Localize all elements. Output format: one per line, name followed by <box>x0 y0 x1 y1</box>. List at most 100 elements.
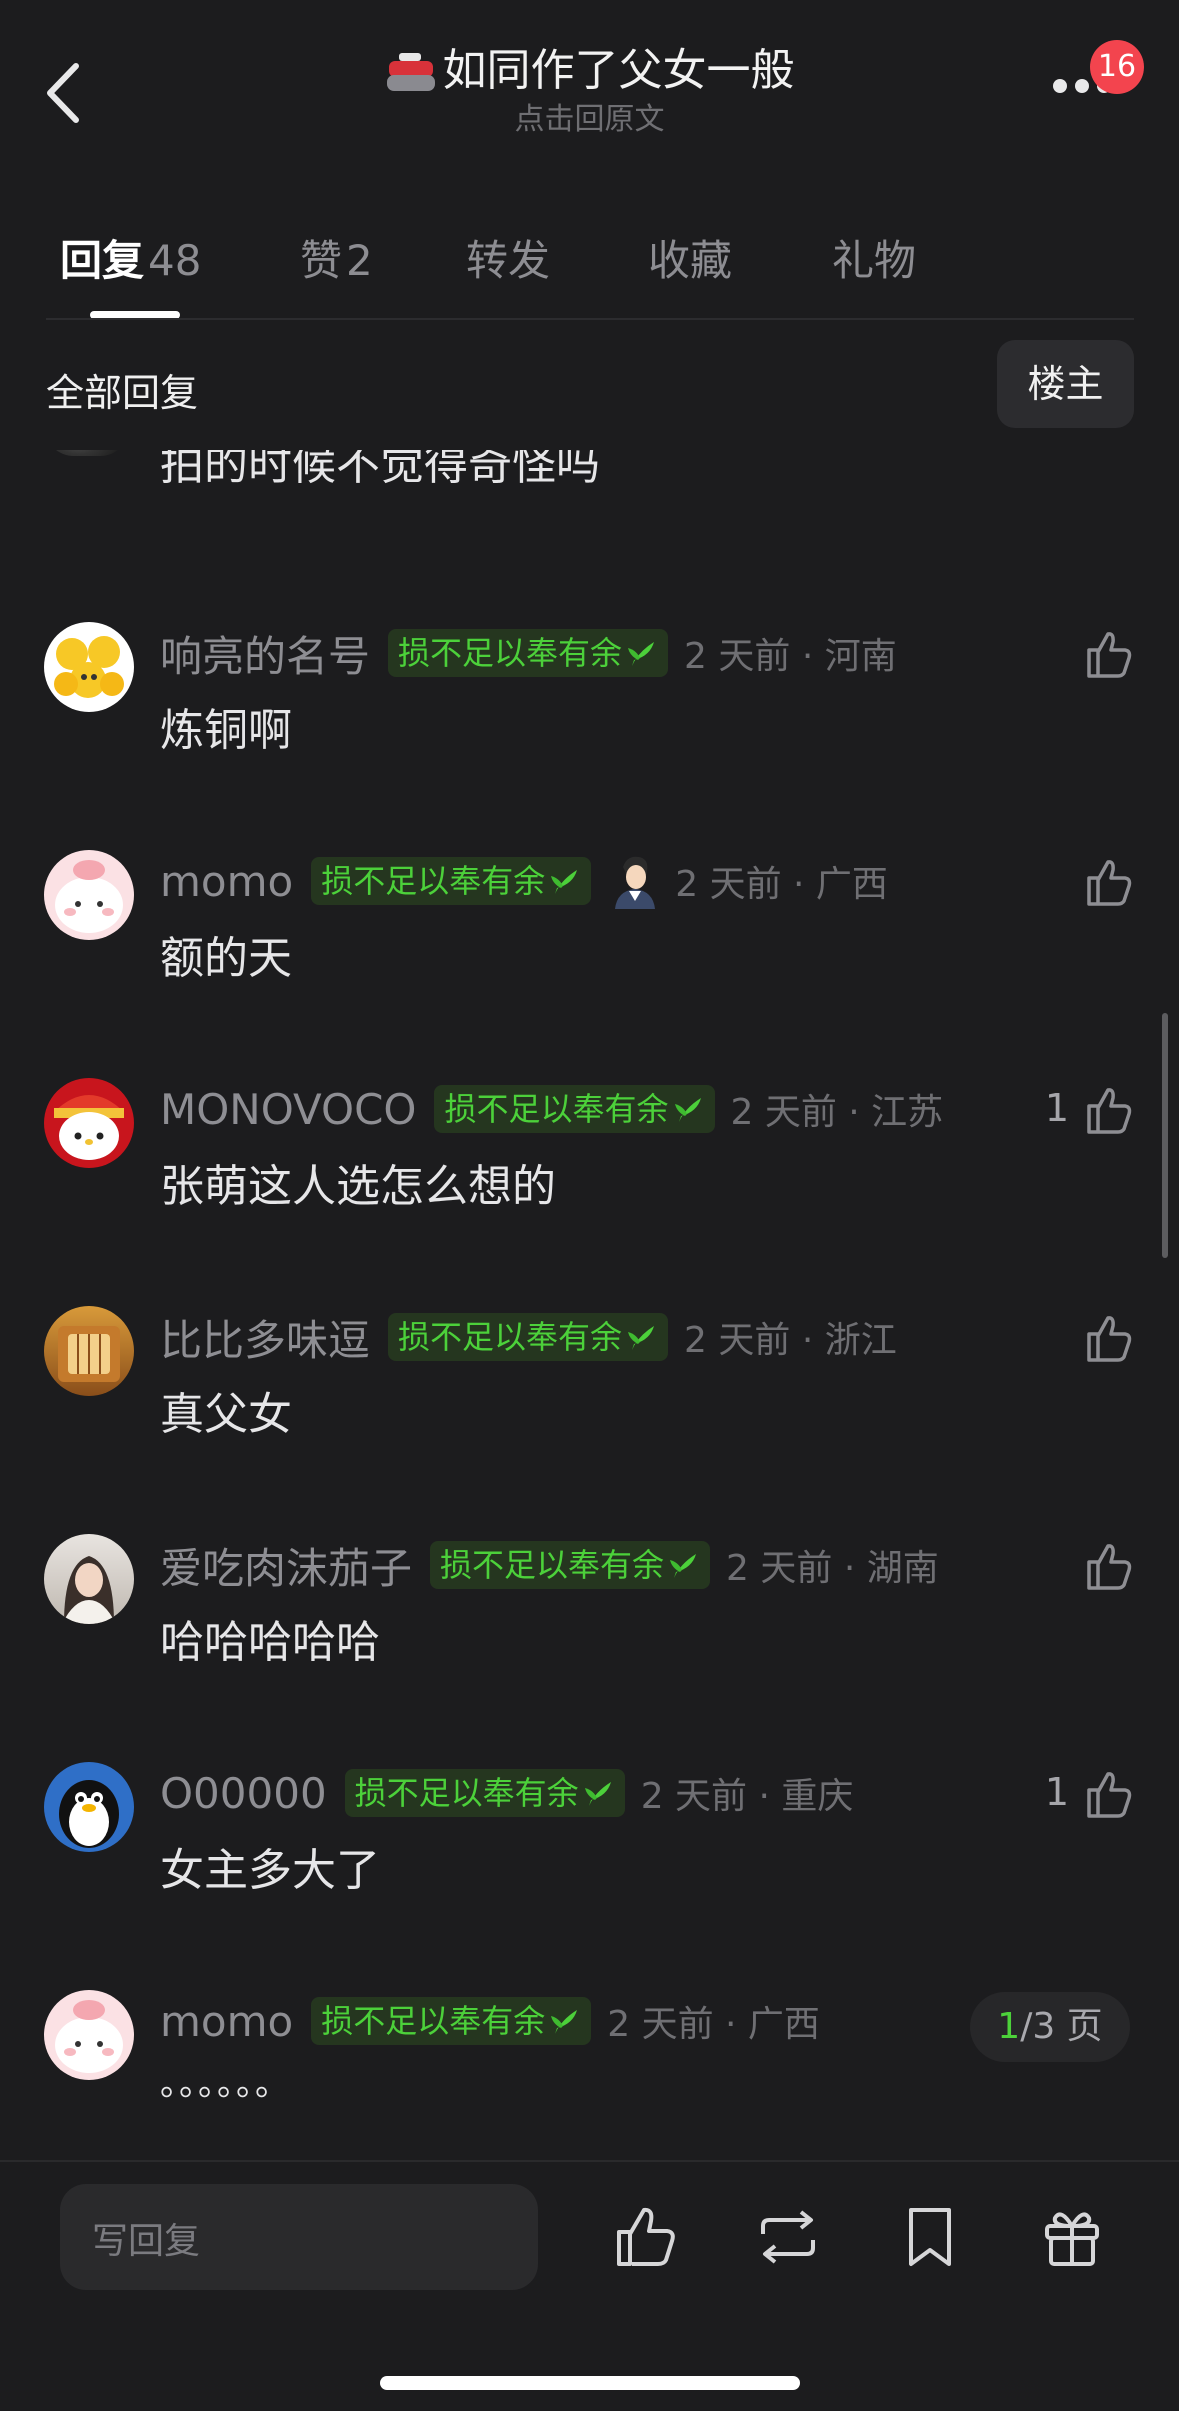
username[interactable]: O00000 <box>160 1769 327 1818</box>
reply-placeholder: 写回复 <box>92 2221 201 2262</box>
comment-time: 2 天前 · 河南 <box>684 636 897 677</box>
tab-likes-label: 赞 <box>300 236 343 285</box>
thumbs-up-icon[interactable] <box>1083 856 1135 908</box>
toy-avatar-icon <box>58 1326 120 1382</box>
hello-kitty-avatar-icon <box>54 1095 124 1160</box>
back-to-original-link[interactable]: 点击回原文 <box>200 94 979 138</box>
list-item: MONOVOCO 损不足以奉有余 2 天前 · 江苏 张萌这人选怎么想的 1 <box>0 1078 1179 1306</box>
tab-replies-label: 回复 <box>60 236 145 285</box>
thumbs-up-icon[interactable] <box>1083 1768 1135 1820</box>
user-tag: 损不足以奉有余 <box>388 1313 669 1361</box>
comment-meta: 比比多味逗 损不足以奉有余 2 天前 · 浙江 <box>160 1306 897 1368</box>
username[interactable]: 爱吃肉沫茄子 <box>160 1535 412 1596</box>
divider <box>46 318 1134 320</box>
user-tag-label: 损不足以奉有余 <box>398 634 623 672</box>
tab-gifts[interactable]: 礼物 <box>832 227 916 288</box>
comment-text: 额的天 <box>160 933 292 984</box>
photo-avatar-icon <box>62 1556 116 1624</box>
sprout-icon <box>584 1782 611 1806</box>
avatar[interactable] <box>44 1306 134 1396</box>
thumbs-up-icon[interactable] <box>1083 1540 1135 1592</box>
tab-favorites[interactable]: 收藏 <box>648 227 732 288</box>
comment-meta: momo 损不足以奉有余 2 天前 · 广西 <box>160 850 888 912</box>
comment-text: 哈哈哈哈哈 <box>160 1617 380 1668</box>
user-tag-label: 损不足以奉有余 <box>444 1090 669 1128</box>
tab-likes-count: 2 <box>346 236 373 285</box>
user-tag: 损不足以奉有余 <box>430 1541 711 1589</box>
header: 如同作了父女一般 点击回原文 16 <box>0 0 1179 160</box>
user-tag: 损不足以奉有余 <box>311 857 592 905</box>
sprout-icon <box>551 2010 578 2034</box>
user-tag-label: 损不足以奉有余 <box>321 2002 546 2040</box>
sprout-icon <box>674 1098 701 1122</box>
avatar[interactable] <box>44 1762 134 1852</box>
comment-meta: MONOVOCO 损不足以奉有余 2 天前 · 江苏 <box>160 1078 943 1140</box>
thumbs-up-icon[interactable] <box>1083 1084 1135 1136</box>
bottom-action-bar: 写回复 <box>0 2160 1179 2411</box>
notification-badge: 16 <box>1090 40 1144 94</box>
username[interactable]: momo <box>160 857 293 906</box>
user-tag: 损不足以奉有余 <box>344 1769 625 1817</box>
comment-meta: O00000 损不足以奉有余 2 天前 · 重庆 <box>160 1762 853 1824</box>
avatar[interactable] <box>44 450 130 456</box>
list-item: momo 损不足以奉有余 2 天前 · 广西 额的天 <box>0 850 1179 1078</box>
page-indicator[interactable]: 1/3 页 <box>970 1992 1130 2062</box>
list-item: 拍的时候不觉得奇怪吗 <box>0 450 1179 638</box>
like-button-icon[interactable] <box>613 2204 679 2270</box>
tab-replies[interactable]: 回复48 <box>60 227 201 288</box>
bookmark-icon[interactable] <box>897 2204 963 2270</box>
tab-reposts[interactable]: 转发 <box>466 227 550 288</box>
user-tag-label: 损不足以奉有余 <box>440 1546 665 1584</box>
op-only-button[interactable]: 楼主 <box>997 340 1134 428</box>
post-title[interactable]: 如同作了父女一般 <box>200 42 979 100</box>
thumbs-up-icon[interactable] <box>1083 1312 1135 1364</box>
like-count: 1 <box>1044 1086 1069 1130</box>
post-title-text: 如同作了父女一般 <box>442 45 795 96</box>
comment-text: 真父女 <box>160 1389 292 1440</box>
username[interactable]: 响亮的名号 <box>160 623 370 684</box>
avatar[interactable] <box>44 1990 134 2080</box>
list-item: 比比多味逗 损不足以奉有余 2 天前 · 浙江 真父女 <box>0 1306 1179 1534</box>
comment-time: 2 天前 · 江苏 <box>730 1092 944 1133</box>
user-tag-label: 损不足以奉有余 <box>321 862 546 900</box>
penguin-avatar-icon <box>59 1780 119 1848</box>
comment-text: 张萌这人选怎么想的 <box>160 1161 556 1212</box>
comment-time: 2 天前 · 浙江 <box>684 1320 897 1361</box>
sprout-icon <box>551 870 578 894</box>
avatar[interactable] <box>44 1078 134 1168</box>
comment-text: 炼铜啊 <box>160 705 292 756</box>
avatar[interactable] <box>44 622 134 712</box>
sprout-icon <box>670 1554 697 1578</box>
back-arrow-icon[interactable] <box>40 58 90 128</box>
list-item: O00000 损不足以奉有余 2 天前 · 重庆 女主多大了 1 <box>0 1762 1179 1990</box>
comment-list[interactable]: 拍的时候不觉得奇怪吗 响亮的名号 损不足以奉有余 2 天前 · 河南 炼铜啊 m… <box>0 450 1179 2110</box>
scrollbar[interactable] <box>1162 1013 1168 1258</box>
page-total: /3 页 <box>1020 2006 1103 2047</box>
comment-time: 2 天前 · 湖南 <box>726 1548 939 1589</box>
sprout-icon <box>628 1326 655 1350</box>
cartoon-avatar-icon <box>55 2000 123 2073</box>
filter-row: 全部回复 楼主 <box>0 340 1179 430</box>
avatar[interactable] <box>44 850 134 940</box>
title-block[interactable]: 如同作了父女一般 点击回原文 <box>200 42 979 138</box>
user-tag-label: 损不足以奉有余 <box>398 1318 623 1356</box>
reply-input[interactable]: 写回复 <box>60 2184 538 2290</box>
username[interactable]: MONOVOCO <box>160 1085 416 1134</box>
comment-time: 2 天前 · 广西 <box>607 2004 820 2045</box>
username[interactable]: 比比多味逗 <box>160 1307 370 1368</box>
tab-likes[interactable]: 赞2 <box>300 227 373 288</box>
list-item: 爱吃肉沫茄子 损不足以奉有余 2 天前 · 湖南 哈哈哈哈哈 <box>0 1534 1179 1762</box>
username[interactable]: momo <box>160 1997 293 2046</box>
comment-meta: 响亮的名号 损不足以奉有余 2 天前 · 河南 <box>160 622 897 684</box>
comment-text: 。。。。。。 <box>160 2064 291 2104</box>
tab-bar: 回复48 赞2 转发 收藏 礼物 <box>0 215 1179 320</box>
emoji-avatar-icon <box>54 636 124 698</box>
repost-icon[interactable] <box>755 2204 821 2270</box>
gift-icon[interactable] <box>1039 2204 1105 2270</box>
tab-replies-count: 48 <box>148 236 202 285</box>
sprout-icon <box>628 642 655 666</box>
comment-text: 拍的时候不觉得奇怪吗 <box>160 450 600 490</box>
user-tag: 损不足以奉有余 <box>388 629 669 677</box>
thumbs-up-icon[interactable] <box>1083 628 1135 680</box>
avatar[interactable] <box>44 1534 134 1624</box>
